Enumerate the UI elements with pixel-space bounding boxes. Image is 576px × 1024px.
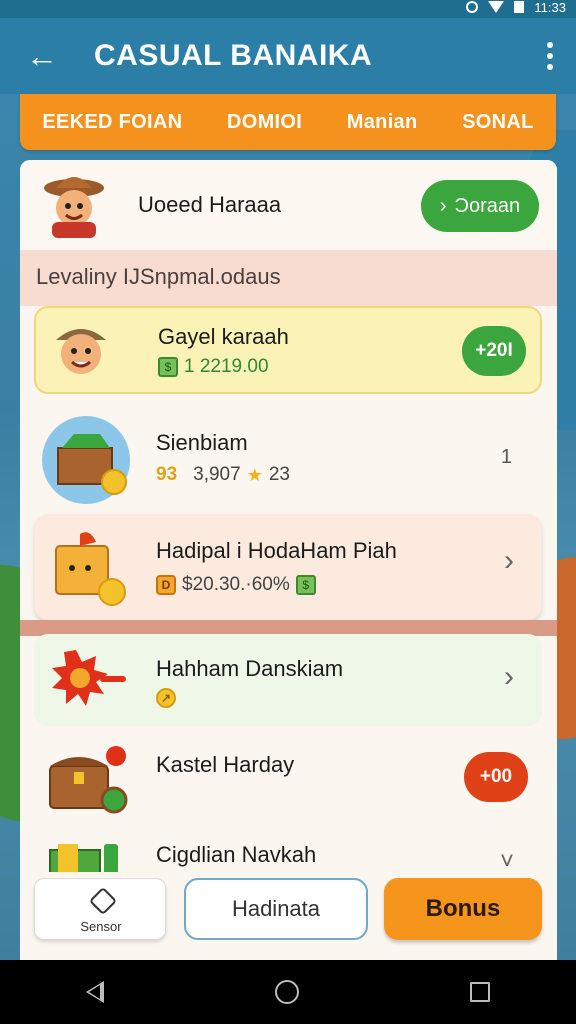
- item-subtitle: $ 1 2219.00: [158, 356, 269, 378]
- item-subtitle: 93 3,907 ★ 23: [156, 464, 290, 486]
- item-title: Sienbiam: [156, 430, 248, 455]
- category-tab-bar: EEKED FOIAN DOMIOI Manian SONAL: [20, 94, 556, 150]
- item-value: 3,907: [193, 464, 241, 485]
- list-item[interactable]: Kastel Harday +00: [34, 734, 542, 818]
- item-badge-button[interactable]: +00: [464, 752, 528, 802]
- hadinata-button[interactable]: Hadinata: [184, 878, 368, 940]
- tag-icon: D: [156, 575, 176, 595]
- sensor-button[interactable]: Sensor: [34, 878, 166, 940]
- item-prefix: 93: [156, 464, 178, 485]
- bonus-button[interactable]: Bonus: [384, 878, 542, 940]
- section-label: Levaliny IJSnpmal.odaus: [36, 264, 281, 289]
- profile-header: Uoeed Haraaa › Ɔoraan: [20, 160, 557, 250]
- item-title: Cigdlian Navkah: [156, 842, 317, 867]
- alarm-icon: [466, 1, 479, 13]
- tab-eeked-foian[interactable]: EEKED FOIAN: [42, 111, 182, 134]
- character-avatar-icon: [56, 329, 106, 374]
- cash-icon: $: [158, 357, 178, 377]
- tab-manian[interactable]: Manian: [347, 111, 418, 134]
- list-item[interactable]: Hahham Danskiam ↗ ›: [34, 634, 542, 726]
- app-bar: ← CASUAL BANAIKA: [0, 18, 576, 94]
- signal-icon: [488, 1, 505, 13]
- nav-recents-icon[interactable]: [470, 982, 491, 1002]
- tab-domioi[interactable]: DOMIOI: [227, 111, 302, 134]
- treasure-crate-icon: [42, 416, 130, 504]
- item-subtitle: D $20.30.·60% $: [156, 574, 316, 596]
- list-item[interactable]: Sienbiam 93 3,907 ★ 23 1: [34, 406, 542, 510]
- cash-icon: $: [295, 575, 316, 595]
- bottom-action-bar: Sensor Hadinata Bonus: [20, 872, 557, 960]
- cowboy-avatar-icon: [44, 177, 104, 238]
- diamond-icon: [88, 886, 118, 916]
- section-header: Levaliny IJSnpmal.odaus: [20, 250, 557, 306]
- chevron-right-icon: ›: [439, 194, 447, 217]
- more-options-icon[interactable]: [540, 36, 560, 76]
- back-arrow-icon[interactable]: ←: [12, 26, 72, 86]
- item-badge-button[interactable]: +20I: [462, 326, 526, 376]
- profile-action-button[interactable]: › Ɔoraan: [421, 180, 539, 232]
- profile-action-label: Ɔoraan: [454, 194, 521, 217]
- item-title: Hadipal i HodaHam Piah: [156, 538, 397, 563]
- star-icon: ★: [246, 464, 263, 485]
- battery-icon: [514, 1, 525, 13]
- spiky-sun-icon: [52, 650, 126, 706]
- item-title: Hahham Danskiam: [156, 656, 344, 681]
- list-item[interactable]: Hadipal i HodaHam Piah D $20.30.·60% $ ›: [34, 514, 542, 620]
- status-icons: 11:33: [466, 0, 566, 15]
- profile-name: Uoeed Haraaa: [138, 192, 282, 217]
- status-bar: 11:33: [0, 0, 576, 18]
- item-title: Kastel Harday: [156, 752, 295, 777]
- status-time: 11:33: [534, 0, 566, 15]
- item-title: Gayel karaah: [158, 324, 289, 349]
- nav-back-icon[interactable]: [85, 981, 104, 1003]
- item-value: 1 2219.00: [184, 356, 269, 377]
- chevron-right-icon[interactable]: ›: [504, 660, 514, 694]
- treasure-chest-icon: [49, 746, 128, 814]
- nav-home-icon[interactable]: [274, 980, 299, 1004]
- item-value: $20.30.·60%: [182, 574, 290, 595]
- item-star-value: 23: [268, 464, 290, 485]
- app-title: CASUAL BANAIKA: [94, 39, 373, 72]
- tab-sonal[interactable]: SONAL: [462, 111, 534, 134]
- chevron-right-icon[interactable]: ›: [504, 544, 514, 578]
- list-item[interactable]: Gayel karaah $ 1 2219.00 +20I: [34, 306, 542, 394]
- coin-icon: ↗: [156, 688, 176, 708]
- main-panel: Uoeed Haraaa › Ɔoraan Levaliny IJSnpmal.…: [20, 160, 557, 960]
- system-nav-bar: [0, 960, 576, 1024]
- item-subtitle: ↗: [156, 688, 176, 708]
- gift-box-icon: [55, 532, 126, 606]
- item-count: 1: [500, 446, 512, 468]
- sensor-label: Sensor: [80, 919, 122, 934]
